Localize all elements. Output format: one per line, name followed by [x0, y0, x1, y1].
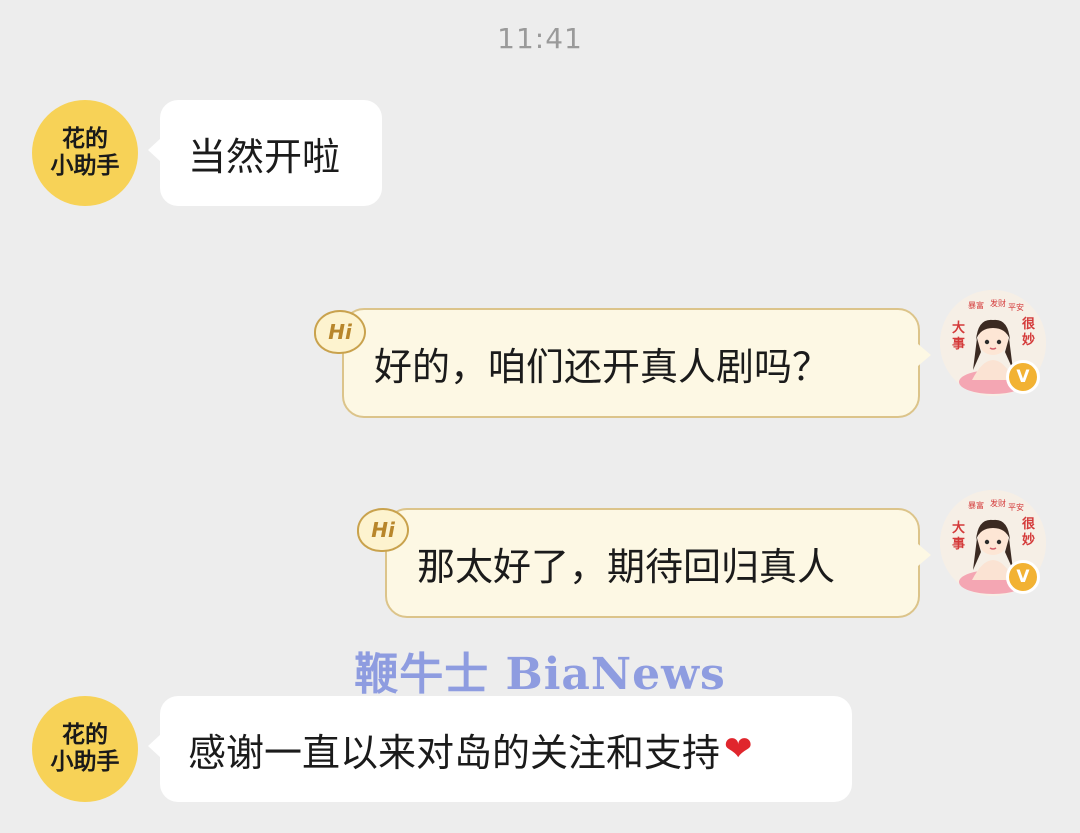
message-text: 好的，咱们还开真人剧吗？ — [374, 344, 831, 389]
svg-text:平安: 平安 — [1008, 302, 1024, 312]
svg-text:大: 大 — [952, 520, 965, 536]
heart-emoji-icon: ❤ — [724, 729, 753, 769]
message-bubble-left[interactable]: 当然开啦 — [148, 100, 382, 206]
svg-text:事: 事 — [952, 336, 965, 352]
bot-name-line2: 小助手 — [50, 749, 120, 775]
svg-text:很: 很 — [1022, 316, 1036, 332]
svg-text:暴富: 暴富 — [968, 300, 984, 310]
svg-text:发财: 发财 — [990, 498, 1006, 508]
message-bubble-left[interactable]: 感谢一直以来对岛的关注和支持 ❤ — [148, 696, 852, 802]
bot-name-line2: 小助手 — [50, 153, 120, 179]
hi-badge-icon: Hi — [314, 310, 366, 354]
svg-text:大: 大 — [952, 320, 965, 336]
verified-badge-icon: V — [1006, 360, 1040, 394]
bot-name-line1: 花的 — [62, 126, 108, 152]
svg-text:暴富: 暴富 — [968, 500, 984, 510]
user-avatar[interactable]: 大 事 很 妙 暴富 发财 平安 V — [940, 490, 1046, 596]
hi-badge-icon: Hi — [357, 508, 409, 552]
svg-text:很: 很 — [1022, 516, 1036, 532]
message-text: 那太好了，期待回归真人 — [417, 544, 836, 589]
message-text: 感谢一直以来对岛的关注和支持 — [188, 730, 721, 775]
bot-avatar[interactable]: 花的 小助手 — [32, 696, 138, 802]
message-text: 当然开啦 — [188, 134, 341, 179]
svg-text:发财: 发财 — [990, 298, 1006, 308]
verified-badge-icon: V — [1006, 560, 1040, 594]
timestamp: 11:41 — [497, 22, 583, 55]
bot-name-line1: 花的 — [62, 722, 108, 748]
bot-avatar[interactable]: 花的 小助手 — [32, 100, 138, 206]
message-bubble-right[interactable]: 那太好了，期待回归真人 — [385, 508, 931, 618]
message-bubble-right[interactable]: 好的，咱们还开真人剧吗？ — [342, 308, 931, 418]
svg-text:妙: 妙 — [1022, 332, 1035, 348]
svg-text:事: 事 — [952, 536, 965, 552]
user-avatar[interactable]: 大 事 很 妙 暴富 发财 平安 V — [940, 290, 1046, 396]
svg-text:妙: 妙 — [1022, 532, 1035, 548]
watermark: 鞭牛士 BiaNews — [354, 649, 726, 700]
svg-text:平安: 平安 — [1008, 502, 1024, 512]
